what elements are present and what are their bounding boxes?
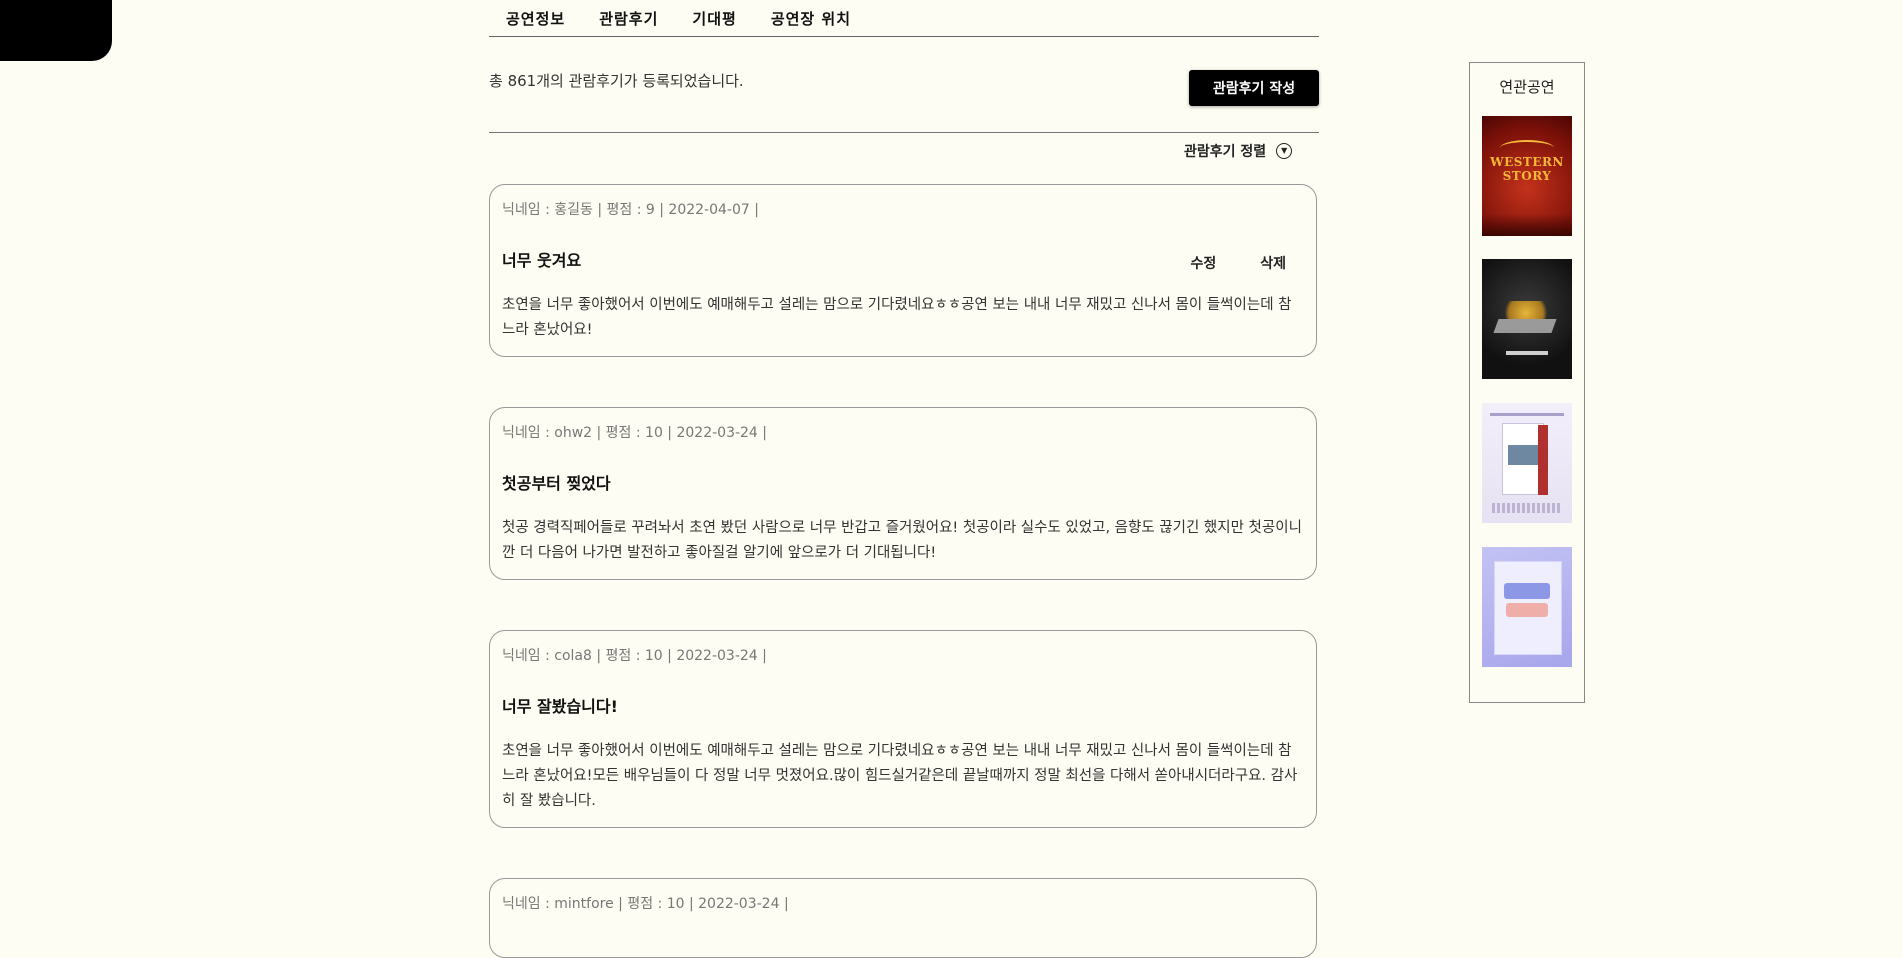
edit-review-button[interactable]: 수정: [1190, 253, 1216, 273]
review-actions: 수정 삭제: [1146, 253, 1286, 273]
review-meta: 닉네임 : cola8 | 평점 : 10 | 2022-03-24 |: [502, 648, 767, 664]
review-title: 너무 웃겨요: [502, 251, 582, 270]
poster-title-line-2: STORY: [1502, 169, 1552, 183]
related-poster-western-story[interactable]: WESTERN STORY: [1482, 116, 1572, 236]
poster-title-line-1: WESTERN: [1490, 155, 1564, 169]
related-poster-dark[interactable]: [1482, 259, 1572, 379]
related-poster-light[interactable]: [1482, 403, 1572, 523]
poster-credits: [1492, 503, 1562, 513]
review-meta: 닉네임 : mintfore | 평점 : 10 | 2022-03-24 |: [502, 896, 789, 912]
review-body: 첫공 경력직페어들로 꾸려놔서 초연 봤던 사람으로 너무 반갑고 즐거웠어요!…: [502, 520, 1302, 561]
poster-ornament: [1500, 140, 1554, 156]
review-count-text: 총 861개의 관람후기가 등록되었습니다.: [489, 72, 744, 90]
delete-review-button[interactable]: 삭제: [1260, 253, 1286, 273]
review-card: 닉네임 : cola8 | 평점 : 10 | 2022-03-24 | 너무 …: [489, 630, 1317, 828]
related-poster-purple[interactable]: [1482, 547, 1572, 667]
review-title: 첫공부터 찢었다: [502, 474, 611, 493]
chevron-down-circle-icon[interactable]: ▼: [1276, 143, 1293, 159]
review-card: 닉네임 : 홍길동 | 평점 : 9 | 2022-04-07 | 너무 웃겨요…: [489, 184, 1317, 357]
tab-expectations[interactable]: 기대평: [692, 8, 736, 29]
poster-title-block: [1508, 445, 1538, 465]
review-card: 닉네임 : ohw2 | 평점 : 10 | 2022-03-24 | 첫공부터…: [489, 407, 1317, 580]
poster-title-bar: [1506, 351, 1548, 355]
review-sort-control[interactable]: 관람후기 정렬 ▼: [1184, 141, 1293, 161]
write-review-button[interactable]: 관람후기 작성: [1189, 70, 1319, 106]
tab-performance-info[interactable]: 공연정보: [506, 8, 565, 29]
top-left-black-block: [0, 0, 112, 61]
poster-silver-shape: [1493, 319, 1557, 333]
poster-shade: [1482, 214, 1572, 236]
poster-top-bar: [1490, 413, 1564, 416]
poster-title-block-bottom: [1506, 603, 1548, 617]
review-body: 초연을 너무 좋아했어서 이번에도 예매해두고 설레는 맘으로 기다렸네요ㅎㅎ공…: [502, 743, 1298, 809]
tab-venue-location[interactable]: 공연장 위치: [771, 8, 851, 29]
poster-title-block-top: [1504, 583, 1550, 599]
divider: [489, 132, 1319, 133]
review-sort-label: 관람후기 정렬: [1184, 144, 1267, 160]
related-performances-title: 연관공연: [1499, 78, 1555, 96]
poster-red-ribbon: [1538, 425, 1548, 495]
review-meta: 닉네임 : 홍길동 | 평점 : 9 | 2022-04-07 |: [502, 202, 759, 218]
review-body: 초연을 너무 좋아했어서 이번에도 예매해두고 설레는 맘으로 기다렸네요ㅎㅎ공…: [502, 297, 1292, 338]
review-card: 닉네임 : mintfore | 평점 : 10 | 2022-03-24 |: [489, 878, 1317, 958]
review-meta: 닉네임 : ohw2 | 평점 : 10 | 2022-03-24 |: [502, 425, 768, 441]
tab-reviews[interactable]: 관람후기: [599, 8, 658, 29]
related-performances-panel: 연관공연 WESTERN STORY: [1469, 62, 1585, 703]
review-title: 너무 잘봤습니다!: [502, 697, 618, 716]
performance-tabs: 공연정보 관람후기 기대평 공연장 위치: [489, 0, 1319, 37]
